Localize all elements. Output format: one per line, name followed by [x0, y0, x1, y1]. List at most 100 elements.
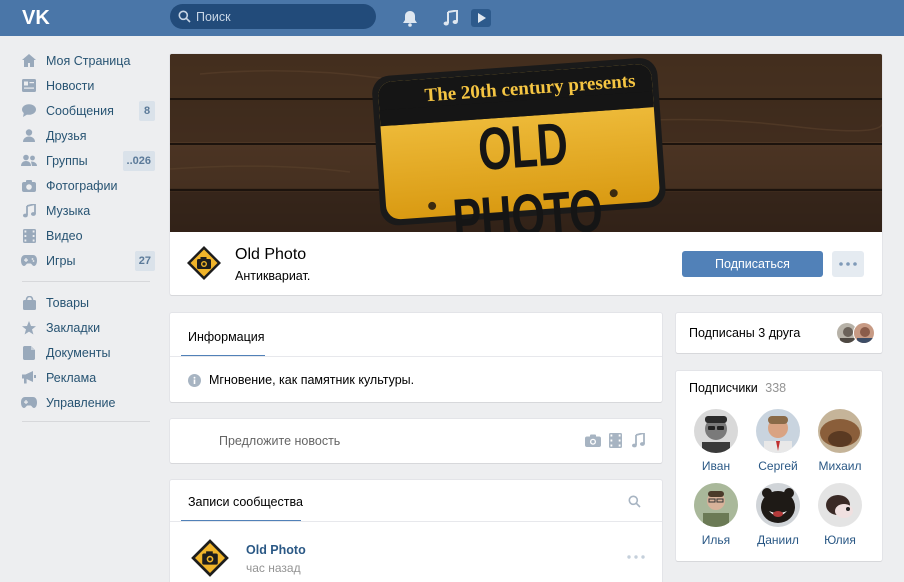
- post-more-icon[interactable]: [627, 548, 645, 562]
- follower-avatar[interactable]: [756, 483, 800, 527]
- follower-name[interactable]: Сергей: [748, 459, 808, 473]
- sidebar-item-ads[interactable]: Реклама: [16, 365, 158, 390]
- friends-subscribed-label: Подписаны 3 друга: [689, 326, 801, 340]
- sidebar-item-label: Игры: [46, 253, 76, 268]
- games-count-badge: 27: [134, 251, 155, 271]
- sidebar-item-groups[interactable]: Группы ..026: [16, 148, 158, 173]
- music-icon: [21, 203, 37, 219]
- sidebar-item-news[interactable]: Новости: [16, 73, 158, 98]
- bell-icon[interactable]: [400, 8, 420, 28]
- sidebar-item-label: Товары: [46, 295, 89, 310]
- tab-info[interactable]: Информация: [188, 330, 265, 344]
- gamepad-icon: [21, 395, 37, 411]
- community-cover: The 20th century presents OLD PHOTO: [170, 54, 882, 232]
- star-icon: [21, 320, 37, 336]
- community-avatar[interactable]: [186, 245, 222, 281]
- post-author-avatar[interactable]: [190, 538, 230, 578]
- attach-video-icon[interactable]: [607, 432, 624, 449]
- svg-text:VK: VK: [22, 7, 50, 28]
- follower-item[interactable]: Даниил: [748, 483, 808, 547]
- sidebar-item-friends[interactable]: Друзья: [16, 123, 158, 148]
- wall-card: Записи сообщества Old Photo час назад: [170, 480, 662, 582]
- attach-music-icon[interactable]: [630, 432, 647, 449]
- post-author-name[interactable]: Old Photo: [246, 543, 306, 557]
- vk-logo-icon[interactable]: VK: [22, 6, 52, 28]
- more-dots-icon: [839, 262, 857, 266]
- friends-icon: [21, 128, 37, 144]
- sidebar-item-my-page[interactable]: Моя Страница: [16, 48, 158, 73]
- sidebar-item-label: Новости: [46, 78, 95, 93]
- search-input[interactable]: [196, 9, 366, 24]
- search-box[interactable]: [170, 4, 376, 29]
- sidebar-item-games[interactable]: Игры 27: [16, 248, 158, 273]
- follower-avatar[interactable]: [694, 409, 738, 453]
- follower-name[interactable]: Юлия: [810, 533, 870, 547]
- play-icon[interactable]: [471, 8, 491, 28]
- document-icon: [21, 345, 37, 361]
- sidebar-item-label: Группы: [46, 153, 88, 168]
- sidebar-item-messages[interactable]: Сообщения 8: [16, 98, 158, 123]
- follower-item[interactable]: Иван: [686, 409, 746, 473]
- divider: [170, 356, 662, 357]
- sidebar-item-label: Моя Страница: [46, 53, 131, 68]
- sidebar-item-goods[interactable]: Товары: [16, 290, 158, 315]
- follower-name[interactable]: Михаил: [810, 459, 870, 473]
- megaphone-icon: [21, 370, 37, 386]
- tab-community-posts[interactable]: Записи сообщества: [188, 495, 303, 509]
- sidebar-item-photos[interactable]: Фотографии: [16, 173, 158, 198]
- friend-avatar[interactable]: [853, 322, 875, 344]
- suggest-news-card[interactable]: Предложите новость: [170, 419, 662, 463]
- more-actions-button[interactable]: [832, 251, 864, 277]
- subscribe-button[interactable]: Подписаться: [682, 251, 823, 277]
- sidebar-item-label: Управление: [46, 395, 116, 410]
- follower-avatar[interactable]: [818, 483, 862, 527]
- follower-avatar[interactable]: [756, 409, 800, 453]
- follower-avatar[interactable]: [818, 409, 862, 453]
- post-timestamp[interactable]: час назад: [246, 561, 301, 575]
- sidebar-item-bookmarks[interactable]: Закладки: [16, 315, 158, 340]
- sidebar: Моя Страница Новости Сообщения 8 Друзья …: [16, 48, 158, 430]
- followers-count: 338: [765, 381, 787, 395]
- wall-search-icon[interactable]: [628, 495, 641, 511]
- sidebar-item-label: Реклама: [46, 370, 97, 385]
- info-icon: [188, 373, 201, 387]
- suggest-news-placeholder[interactable]: Предложите новость: [219, 434, 340, 448]
- followers-card: Подписчики 338 Иван Сергей Михаил Илья Д…: [676, 371, 882, 561]
- sidebar-item-label: Документы: [46, 345, 111, 360]
- messages-icon: [21, 103, 37, 119]
- sidebar-item-label: Фотографии: [46, 178, 118, 193]
- video-icon: [21, 228, 37, 244]
- camera-icon: [21, 178, 37, 194]
- sidebar-item-documents[interactable]: Документы: [16, 340, 158, 365]
- follower-name[interactable]: Даниил: [748, 533, 808, 547]
- sidebar-item-music[interactable]: Музыка: [16, 198, 158, 223]
- sidebar-item-label: Видео: [46, 228, 83, 243]
- sidebar-item-label: Сообщения: [46, 103, 114, 118]
- community-name: Old Photo: [235, 246, 307, 263]
- sidebar-divider: [22, 421, 150, 422]
- bag-icon: [21, 295, 37, 311]
- follower-item[interactable]: Сергей: [748, 409, 808, 473]
- follower-avatar[interactable]: [694, 483, 738, 527]
- news-icon: [21, 78, 37, 94]
- sidebar-item-management[interactable]: Управление: [16, 390, 158, 415]
- divider: [170, 521, 662, 522]
- follower-item[interactable]: Юлия: [810, 483, 870, 547]
- sidebar-item-label: Закладки: [46, 320, 101, 335]
- follower-item[interactable]: Михаил: [810, 409, 870, 473]
- music-icon[interactable]: [441, 8, 461, 28]
- follower-name[interactable]: Иван: [686, 459, 746, 473]
- followers-title: Подписчики: [689, 381, 758, 395]
- followers-header[interactable]: Подписчики 338: [689, 381, 786, 395]
- follower-name[interactable]: Илья: [686, 533, 746, 547]
- top-bar: VK: [0, 0, 904, 36]
- friends-subscribed-card[interactable]: Подписаны 3 друга: [676, 313, 882, 353]
- search-icon: [178, 10, 191, 23]
- sidebar-item-video[interactable]: Видео: [16, 223, 158, 248]
- follower-item[interactable]: Илья: [686, 483, 746, 547]
- home-icon: [21, 53, 37, 69]
- sidebar-item-label: Музыка: [46, 203, 91, 218]
- attach-photo-icon[interactable]: [584, 432, 601, 449]
- sidebar-item-label: Друзья: [46, 128, 87, 143]
- groups-icon: [21, 153, 37, 169]
